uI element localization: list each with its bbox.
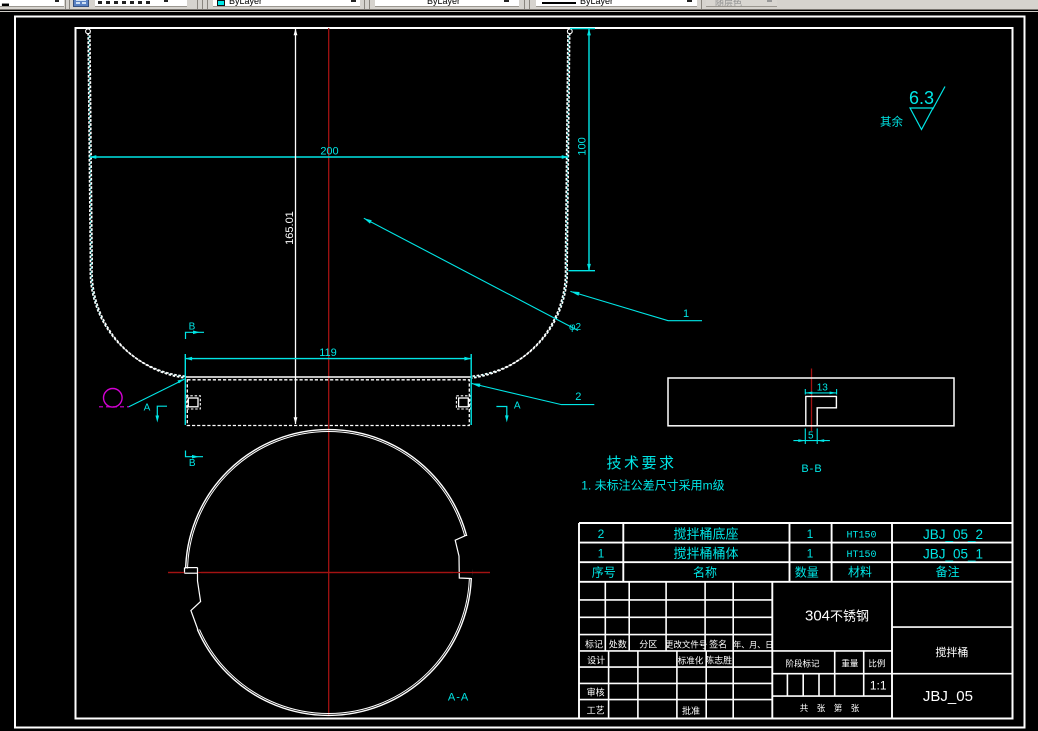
svg-text:2: 2: [575, 391, 581, 403]
svg-text:工艺: 工艺: [587, 706, 605, 716]
svg-text:HT150: HT150: [846, 550, 876, 561]
svg-text:名称: 名称: [693, 565, 717, 580]
svg-text:处数: 处数: [609, 638, 627, 649]
svg-text:A-A: A-A: [448, 692, 469, 704]
svg-text:序号: 序号: [592, 565, 616, 580]
svg-text:标准化: 标准化: [678, 656, 704, 666]
svg-text:A: A: [144, 403, 151, 414]
svg-text:13: 13: [817, 383, 829, 394]
svg-text:重量: 重量: [841, 658, 859, 668]
svg-text:技术要求: 技术要求: [606, 455, 676, 472]
svg-text:HT150: HT150: [846, 531, 876, 542]
svg-text:1: 1: [683, 308, 689, 320]
svg-text:设计: 设计: [587, 655, 605, 666]
svg-text:搅拌桶桶体: 搅拌桶桶体: [673, 546, 738, 561]
svg-text:200: 200: [320, 146, 338, 158]
svg-text:分区: 分区: [639, 639, 657, 649]
svg-text:审核: 审核: [587, 687, 605, 698]
svg-text:2: 2: [598, 527, 605, 541]
svg-text:搅拌桶: 搅拌桶: [935, 645, 968, 659]
svg-text:其余: 其余: [880, 115, 903, 129]
svg-text:备注: 备注: [936, 564, 960, 579]
svg-text:B: B: [189, 458, 196, 469]
svg-text:1:1: 1:1: [870, 679, 887, 693]
svg-text:1: 1: [598, 547, 605, 561]
svg-text:陈志胜: 陈志胜: [705, 655, 732, 666]
svg-text:1: 1: [807, 527, 814, 541]
svg-text:B-B: B-B: [801, 463, 822, 475]
svg-text:1: 1: [807, 547, 814, 561]
svg-text:搅拌桶底座: 搅拌桶底座: [673, 527, 738, 542]
svg-text:年、月、日: 年、月、日: [733, 639, 773, 649]
svg-text:共 张 第 张: 共 张 第 张: [800, 703, 860, 713]
svg-text:6.3: 6.3: [909, 88, 934, 108]
svg-text:JBJ_05: JBJ_05: [923, 688, 973, 705]
svg-text:数量: 数量: [795, 565, 819, 580]
svg-text:材料: 材料: [848, 565, 872, 579]
svg-text:批准: 批准: [682, 705, 700, 716]
svg-text:A: A: [514, 401, 521, 412]
svg-text:119: 119: [319, 347, 337, 359]
svg-text:JBJ_05_2: JBJ_05_2: [923, 527, 983, 542]
svg-text:φ2: φ2: [569, 322, 581, 333]
svg-text:更改文件号: 更改文件号: [665, 639, 708, 649]
svg-text:165.01: 165.01: [284, 211, 296, 245]
svg-text:1. 未标注公差尺寸采用m级: 1. 未标注公差尺寸采用m级: [581, 478, 724, 493]
svg-text:JBJ_05_1: JBJ_05_1: [923, 547, 983, 562]
svg-text:比例: 比例: [868, 658, 885, 668]
svg-text:304不锈钢: 304不锈钢: [805, 608, 869, 625]
svg-text:签名: 签名: [709, 638, 727, 649]
svg-text:B: B: [189, 322, 196, 333]
svg-text:标记: 标记: [585, 638, 603, 649]
svg-text:5: 5: [808, 431, 814, 442]
svg-text:100: 100: [577, 137, 589, 155]
svg-text:阶段标记: 阶段标记: [785, 658, 820, 668]
